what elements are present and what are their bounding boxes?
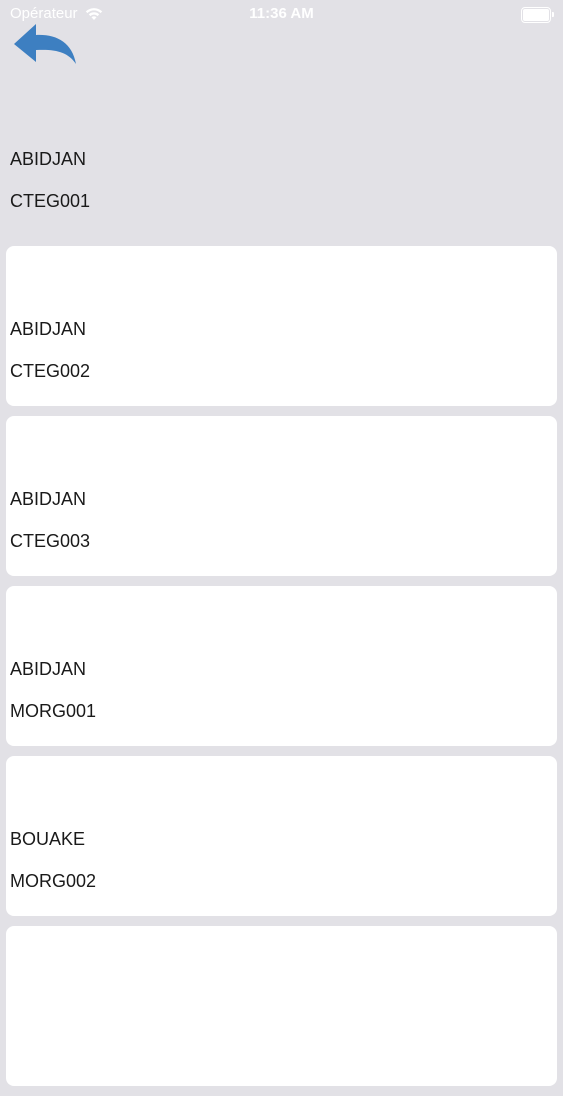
item-code: MORG001 [10, 701, 97, 721]
list-item[interactable]: ABIDJAN CTEG002 [6, 246, 557, 406]
item-city: ABIDJAN [10, 319, 87, 339]
site-list: ABIDJAN CTEG001 ABIDJAN CTEG002 ABIDJAN CTEG0… [0, 76, 563, 1096]
list-item[interactable] [6, 926, 557, 1086]
status-bar: Opérateur 11:36 AM [0, 0, 563, 30]
back-button[interactable] [12, 22, 80, 66]
item-code: CTEG001 [10, 191, 91, 211]
back-arrow-icon [14, 24, 76, 64]
item-city: ABIDJAN [10, 489, 87, 509]
item-city: ABIDJAN [10, 659, 87, 679]
list-item[interactable]: ABIDJAN MORG001 [6, 586, 557, 746]
item-code: CTEG002 [10, 361, 91, 381]
item-code: CTEG003 [10, 531, 91, 551]
list-item[interactable]: ABIDJAN CTEG001 [6, 76, 557, 236]
battery-icon [521, 7, 554, 23]
list-item[interactable]: BOUAKE MORG002 [6, 756, 557, 916]
status-time: 11:36 AM [249, 5, 314, 22]
item-city: ABIDJAN [10, 149, 87, 169]
item-code: MORG002 [10, 871, 97, 891]
list-item[interactable]: ABIDJAN CTEG003 [6, 416, 557, 576]
item-city: BOUAKE [10, 829, 86, 849]
